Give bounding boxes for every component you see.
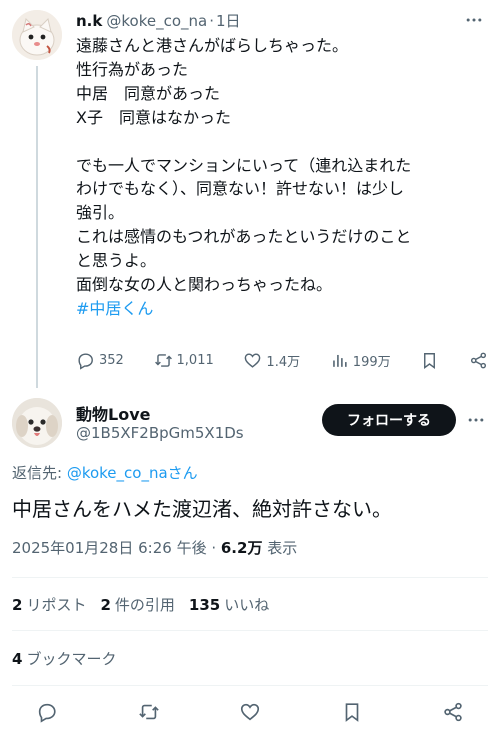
bookmarks-stat[interactable]: 4 ブックマーク [12, 648, 116, 669]
heart-icon [240, 703, 260, 721]
bookmarks-label: ブックマーク [26, 650, 117, 668]
dog-avatar-icon [12, 398, 62, 448]
likes-label: いいね [224, 596, 270, 614]
heart-icon [245, 352, 261, 368]
reply-count: 352 [99, 352, 124, 368]
tweet-text-line: 性行為があった [76, 59, 189, 79]
author-name[interactable]: n.k [76, 12, 102, 30]
follow-button[interactable]: フォローする [322, 404, 456, 436]
engagement-stats: 2 リポスト 2 件の引用 135 いいね [12, 594, 269, 615]
view-count: 199万 [352, 354, 391, 370]
tweet-action-bar: 352 1,011 1.4万 199万 [76, 346, 488, 374]
tweet-text-line: と思うよ。 [76, 251, 157, 271]
reply-button[interactable] [36, 701, 58, 727]
retweet-count: 1,011 [176, 352, 214, 368]
retweet-icon [154, 353, 172, 367]
divider [12, 685, 488, 686]
like-button[interactable]: 1.4万 [243, 351, 300, 370]
retweet-button[interactable] [138, 701, 160, 727]
reply-mention-link[interactable]: @koke_co_naさん [67, 464, 198, 482]
avatar[interactable] [12, 10, 62, 60]
tweet-timestamp[interactable]: 2025年01月28日 6:26 午後 · [12, 539, 221, 557]
reply-icon [38, 703, 56, 723]
parent-tweet[interactable]: n.k @koke_co_na · 1日 遠藤さんと港さんがばらしちゃった。 性… [0, 0, 500, 388]
tweet-text-line: でも一人でマンションにいって（連れ込まれた [76, 155, 412, 175]
reply-icon [78, 352, 93, 370]
share-button[interactable] [469, 351, 488, 370]
views-button[interactable]: 199万 [330, 351, 391, 370]
quotes-count: 2 [100, 596, 111, 614]
share-icon [470, 352, 487, 368]
retweet-button[interactable]: 1,011 [154, 351, 214, 370]
more-icon [466, 18, 482, 22]
quotes-label: 件の引用 [114, 596, 175, 614]
author-handle[interactable]: @koke_co_na [106, 12, 207, 30]
tweet-view-count: 6.2万 [220, 539, 263, 557]
bookmarks-count: 4 [12, 650, 23, 668]
author-name[interactable]: 動物Love [76, 401, 150, 425]
tweet-text-line: わけでもなく）、同意ない！許せない！は少し [76, 179, 405, 199]
tweet-text: 遠藤さんと港さんがばらしちゃった。 性行為があった 中居 同意があった X子 同… [76, 34, 488, 321]
tweet-action-bar [36, 700, 464, 728]
separator: · [209, 12, 214, 30]
like-button[interactable] [239, 701, 261, 727]
more-icon [468, 418, 484, 422]
views-icon [332, 354, 347, 367]
reply-to-line: 返信先: @koke_co_naさん [12, 462, 198, 483]
divider [12, 630, 488, 631]
likes-count: 135 [188, 596, 221, 614]
tweet-text-line: 面倒な女の人と関わっちゃったね。 [76, 275, 333, 295]
like-count: 1.4万 [266, 354, 301, 370]
reply-button[interactable]: 352 [76, 351, 124, 370]
bookmark-icon [424, 352, 436, 369]
avatar[interactable] [12, 398, 62, 448]
tweet-view-label: 表示 [262, 539, 298, 557]
more-options-button[interactable] [464, 408, 488, 432]
reposts-label: リポスト [26, 596, 87, 614]
tweet-text-line: 強引。 [76, 203, 125, 223]
cat-avatar-icon [12, 10, 62, 60]
share-icon [444, 702, 462, 722]
reposts-count: 2 [12, 596, 23, 614]
tweet-meta: 2025年01月28日 6:26 午後 · 6.2万 表示 [12, 537, 297, 558]
likes-stat[interactable]: 135 いいね [189, 594, 269, 615]
hashtag-link[interactable]: #中居くん [76, 297, 488, 321]
bookmark-icon [345, 703, 358, 722]
tweet-time[interactable]: 1日 [216, 10, 241, 31]
share-button[interactable] [442, 701, 464, 727]
tweet-text-line: 遠藤さんと港さんがばらしちゃった。 [76, 36, 349, 55]
tweet-text-line: 中居 同意があった [76, 83, 221, 103]
quotes-stat[interactable]: 2 件の引用 [100, 594, 174, 615]
reposts-stat[interactable]: 2 リポスト [12, 594, 86, 615]
tweet-text-line: X子 同意はなかった [76, 107, 231, 127]
retweet-icon [138, 704, 159, 720]
tweet-header: n.k @koke_co_na · 1日 [76, 10, 241, 32]
reply-to-prefix: 返信先: [12, 464, 67, 482]
divider [12, 577, 488, 578]
bookmark-button[interactable] [420, 351, 439, 370]
bookmark-button[interactable] [341, 701, 363, 727]
author-handle[interactable]: @1B5XF2BpGm5X1Ds [76, 424, 244, 442]
tweet-text-line: これは感情のもつれがあったというだけのこと [76, 227, 412, 247]
thread-connector-line [36, 66, 38, 388]
more-options-button[interactable] [462, 8, 486, 32]
tweet-text: 中居さんをハメた渡辺渚、絶対許さない。 [12, 497, 392, 521]
